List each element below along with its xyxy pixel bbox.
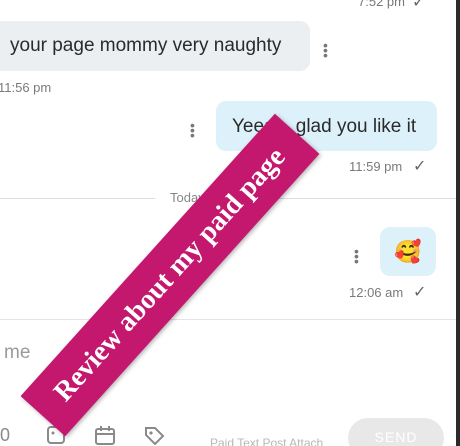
chat-screen: 7:52 pm ✓ your page mommy very naughty •… <box>0 0 456 446</box>
check-icon: ✓ <box>412 0 426 11</box>
message-input[interactable]: me <box>4 342 30 364</box>
composer-divider <box>0 319 456 320</box>
screen-edge <box>456 0 460 446</box>
outgoing-message-time: 11:59 pm <box>349 159 403 174</box>
emoji-message-text: 🥰 <box>394 239 422 264</box>
price-tag-icon[interactable] <box>143 425 165 446</box>
emoji-message-bubble[interactable]: 🥰 <box>380 227 436 276</box>
check-icon: ✓ <box>413 158 427 175</box>
top-message-time: 7:52 pm <box>358 0 405 9</box>
check-icon: ✓ <box>413 284 427 301</box>
mic-icon[interactable]: 0 <box>0 425 20 445</box>
send-button[interactable]: SEND <box>348 418 444 446</box>
day-divider-left <box>0 198 155 199</box>
more-vert-icon[interactable]: • • • <box>323 38 328 62</box>
incoming-message-time: 11:56 pm <box>0 80 52 95</box>
calendar-icon[interactable] <box>94 425 115 445</box>
review-banner: Review about my paid page <box>20 113 320 437</box>
composer-hint-text: Paid Text Post Attach <box>210 436 324 446</box>
more-vert-icon[interactable]: • • • <box>354 244 359 268</box>
more-vert-icon[interactable]: • • • <box>190 118 195 142</box>
review-banner-text: Review about my paid page <box>47 141 292 408</box>
incoming-message-text: your page mommy very naughty <box>10 35 282 56</box>
emoji-message-time: 12:06 am <box>349 285 404 300</box>
